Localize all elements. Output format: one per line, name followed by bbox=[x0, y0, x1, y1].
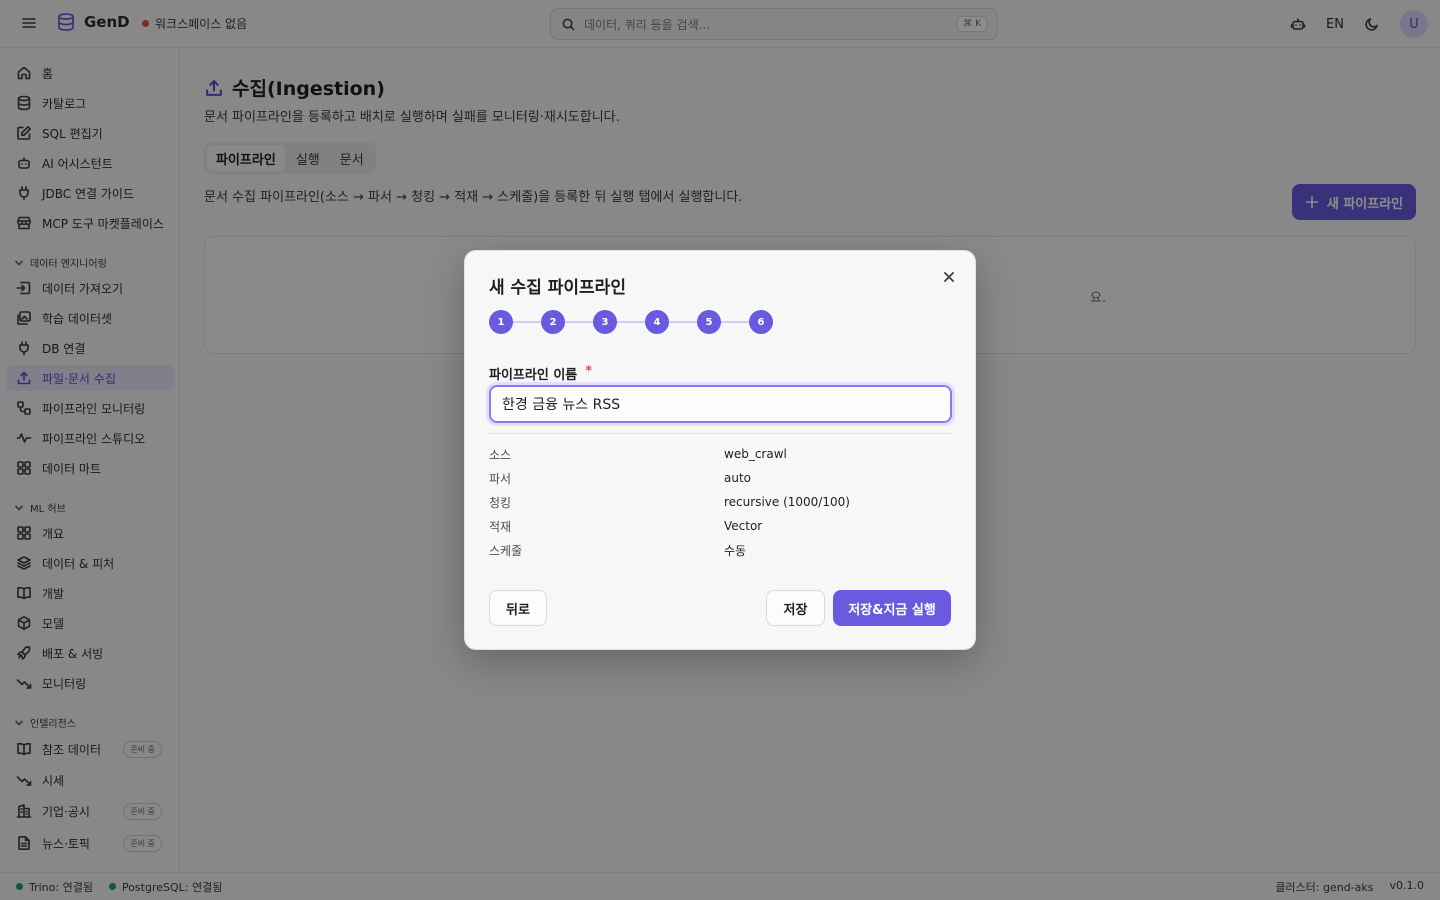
step-connector bbox=[565, 321, 593, 323]
step-4[interactable]: 4 bbox=[645, 310, 669, 334]
summary-key: 적재 bbox=[489, 519, 512, 534]
summary-key: 파서 bbox=[489, 471, 512, 486]
summary-row-chunking: 청킹 recursive (1000/100) bbox=[489, 490, 952, 514]
step-1[interactable]: 1 bbox=[489, 310, 513, 334]
stepper: 1 2 3 4 5 6 bbox=[489, 310, 773, 334]
save-button[interactable]: 저장 bbox=[766, 590, 825, 626]
step-5[interactable]: 5 bbox=[697, 310, 721, 334]
summary-row-source: 소스 web_crawl bbox=[489, 442, 952, 466]
save-and-run-button[interactable]: 저장&지금 실행 bbox=[833, 590, 951, 626]
close-icon[interactable] bbox=[939, 267, 959, 287]
step-connector bbox=[669, 321, 697, 323]
pipeline-name-label-text: 파이프라인 이름 bbox=[489, 368, 578, 383]
summary-row-parser: 파서 auto bbox=[489, 466, 952, 490]
dialog-title: 새 수집 파이프라인 bbox=[489, 278, 626, 298]
step-connector bbox=[721, 321, 749, 323]
pipeline-name-label: 파이프라인 이름 * bbox=[489, 364, 592, 383]
step-2[interactable]: 2 bbox=[541, 310, 565, 334]
step-6[interactable]: 6 bbox=[749, 310, 773, 334]
back-button[interactable]: 뒤로 bbox=[489, 590, 547, 626]
summary-row-sink: 적재 Vector bbox=[489, 514, 952, 538]
pipeline-name-input[interactable] bbox=[489, 385, 952, 423]
summary-value: Vector bbox=[724, 519, 763, 533]
summary-value: recursive (1000/100) bbox=[724, 495, 850, 509]
summary-row-schedule: 스케줄 수동 bbox=[489, 538, 952, 562]
required-mark: * bbox=[585, 364, 593, 379]
step-connector bbox=[617, 321, 645, 323]
summary-value: 수동 bbox=[724, 543, 747, 558]
step-3[interactable]: 3 bbox=[593, 310, 617, 334]
divider bbox=[489, 433, 952, 434]
summary-key: 청킹 bbox=[489, 495, 512, 510]
summary-value: web_crawl bbox=[724, 447, 787, 461]
summary-key: 소스 bbox=[489, 447, 512, 462]
new-pipeline-dialog: 새 수집 파이프라인 1 2 3 4 5 6 파이프라인 이름 * 소스 web… bbox=[464, 250, 976, 650]
summary-value: auto bbox=[724, 471, 752, 485]
step-connector bbox=[513, 321, 541, 323]
summary-key: 스케줄 bbox=[489, 543, 523, 558]
